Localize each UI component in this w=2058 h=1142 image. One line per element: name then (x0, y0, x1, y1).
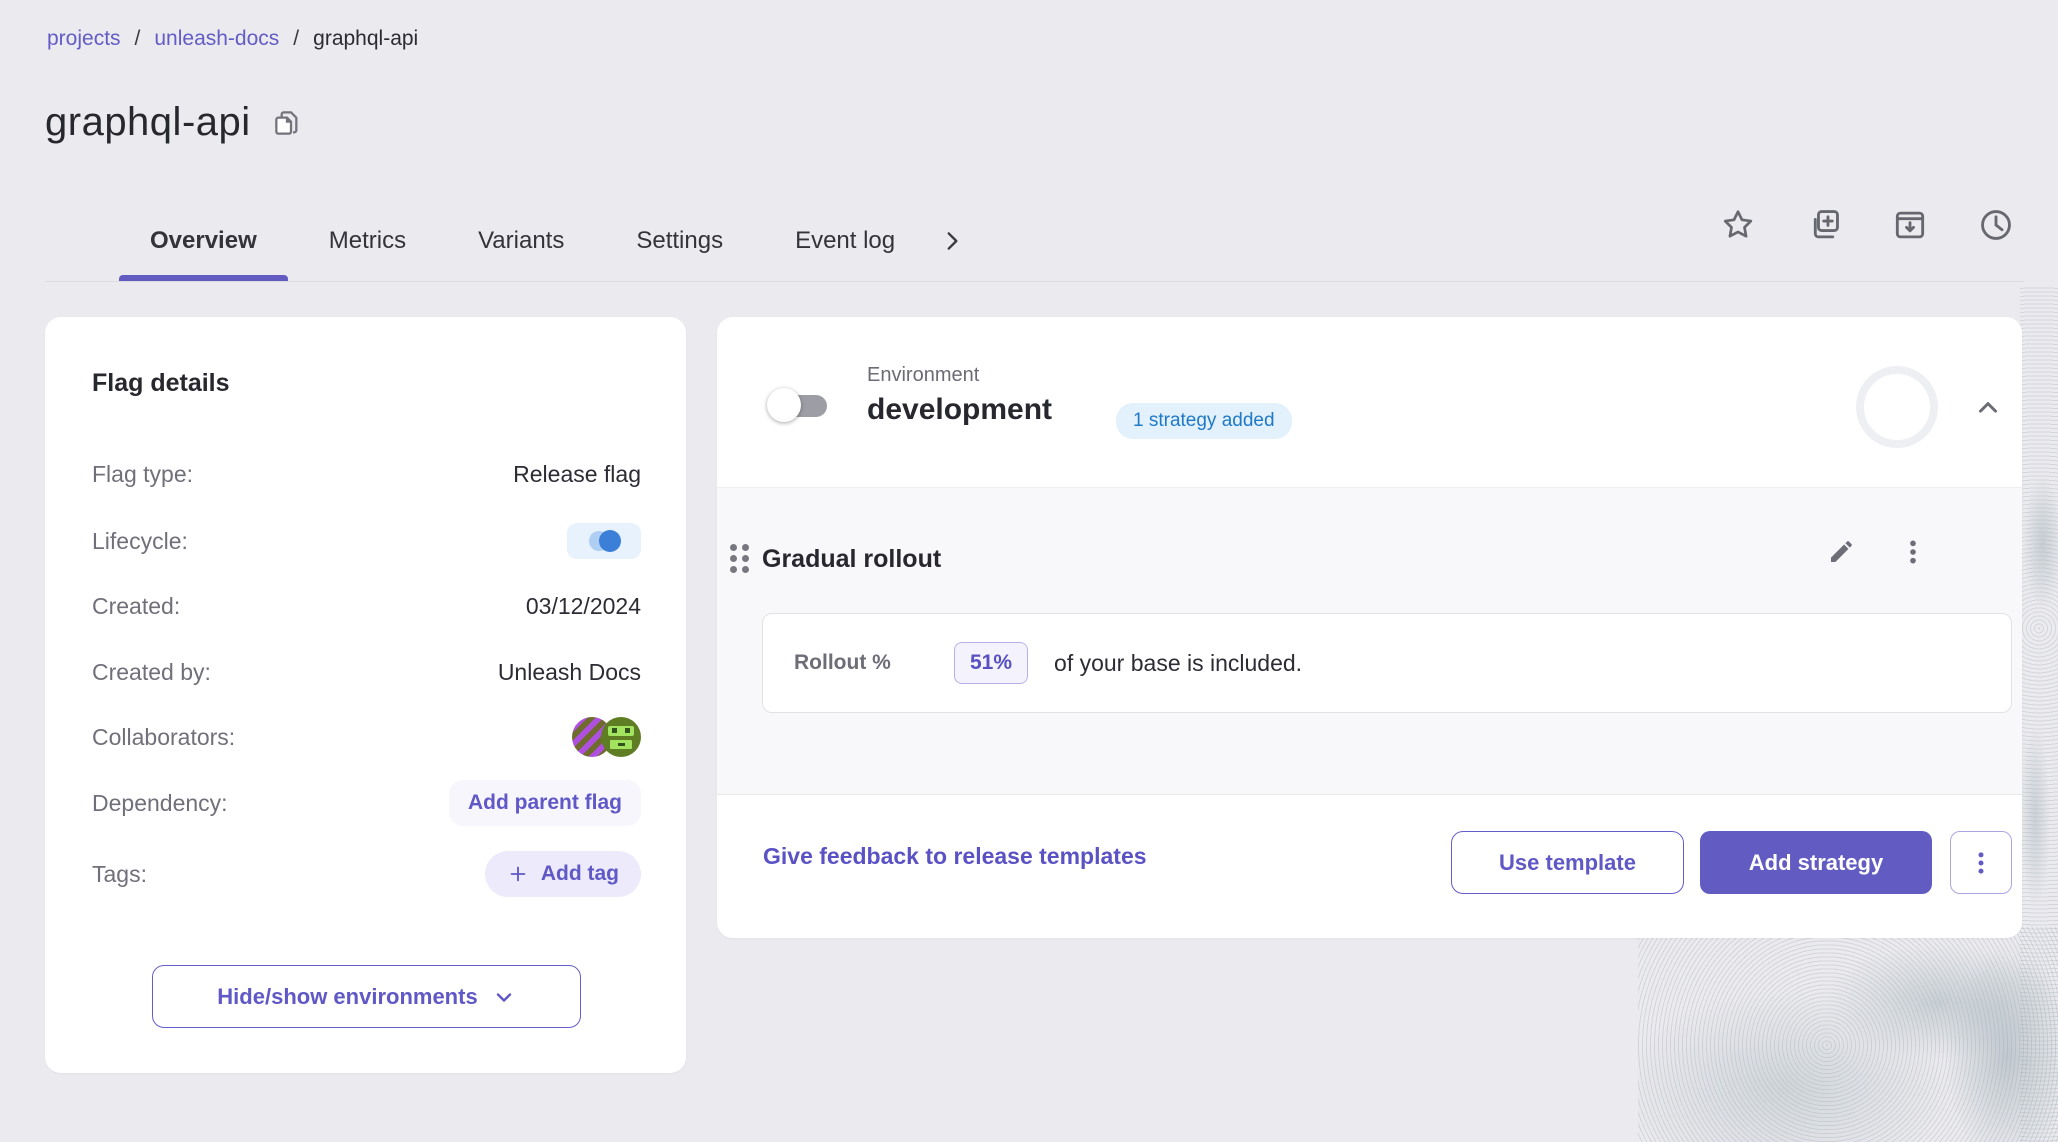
lifecycle-stage-badge[interactable] (567, 523, 641, 559)
flag-overview-page: projects / unleash-docs / graphql-api gr… (0, 0, 2058, 1142)
environment-toggle[interactable] (767, 385, 833, 425)
tab-metrics[interactable]: Metrics (293, 200, 442, 282)
use-template-button[interactable]: Use template (1451, 831, 1684, 894)
rollout-percentage-chip: 51% (954, 642, 1028, 684)
created-row: Created: 03/12/2024 (92, 593, 641, 620)
add-strategy-button[interactable]: Add strategy (1700, 831, 1932, 894)
avatar[interactable] (601, 717, 641, 757)
release-templates-feedback-link[interactable]: Give feedback to release templates (763, 843, 1147, 870)
flag-details-title: Flag details (92, 369, 230, 398)
strategy-kebab-menu-icon[interactable] (1897, 536, 1929, 568)
drag-handle-icon[interactable] (730, 544, 756, 574)
tab-settings[interactable]: Settings (600, 200, 759, 282)
collaborator-avatars[interactable] (572, 717, 641, 757)
strategy-actions (1825, 536, 1929, 568)
environment-card: Environment development 1 strategy added… (717, 317, 2022, 938)
created-by-value: Unleash Docs (498, 659, 641, 686)
environment-header: Environment development 1 strategy added (717, 317, 2022, 487)
breadcrumb-separator: / (293, 27, 299, 51)
breadcrumb-project-name[interactable]: unleash-docs (154, 27, 279, 51)
dependency-row: Dependency: Add parent flag (92, 780, 641, 826)
created-label: Created: (92, 593, 180, 620)
add-tag-label: Add tag (541, 862, 619, 886)
breadcrumb-current-flag: graphql-api (313, 27, 418, 51)
background-texture-swirl (1638, 927, 2058, 1142)
flag-type-row: Flag type: Release flag (92, 461, 641, 488)
environment-footer: Give feedback to release templates Use t… (717, 794, 2022, 938)
background-texture-strip (2020, 286, 2058, 1142)
hide-show-environments-label: Hide/show environments (217, 984, 477, 1010)
add-parent-flag-button[interactable]: Add parent flag (449, 780, 641, 826)
created-by-row: Created by: Unleash Docs (92, 659, 641, 686)
collapse-chevron-up-icon[interactable] (1965, 385, 2011, 431)
page-title-row: graphql-api (45, 100, 303, 145)
use-template-label: Use template (1499, 850, 1636, 876)
favorite-star-icon[interactable] (1716, 203, 1760, 247)
created-value: 03/12/2024 (526, 593, 641, 620)
dependency-label: Dependency: (92, 790, 228, 817)
edit-pencil-icon[interactable] (1825, 536, 1857, 568)
tabs-divider (45, 281, 2024, 282)
tab-overview[interactable]: Overview (114, 200, 293, 282)
breadcrumb: projects / unleash-docs / graphql-api (47, 27, 418, 51)
flag-toolbar (1716, 203, 2018, 247)
flag-type-value: Release flag (513, 461, 641, 488)
tags-row: Tags: Add tag (92, 851, 641, 897)
lifecycle-stage-icon (599, 530, 621, 552)
history-clock-icon[interactable] (1974, 203, 2018, 247)
strategy-name: Gradual rollout (762, 545, 941, 574)
tab-event-log[interactable]: Event log (759, 200, 931, 282)
footer-kebab-menu-icon[interactable] (1950, 831, 2012, 894)
rollout-label: Rollout % (794, 651, 954, 675)
copy-flag-icon[interactable] (1802, 203, 1846, 247)
tab-variants[interactable]: Variants (442, 200, 600, 282)
strategy-count-badge: 1 strategy added (1116, 403, 1292, 439)
lifecycle-row: Lifecycle: (92, 523, 641, 559)
tab-bar: Overview Metrics Variants Settings Event… (114, 200, 965, 282)
breadcrumb-separator: / (135, 27, 141, 51)
add-tag-button[interactable]: Add tag (485, 851, 641, 897)
tabs-overflow-chevron-right-icon[interactable] (939, 228, 965, 254)
tags-label: Tags: (92, 861, 147, 888)
rollout-description: of your base is included. (1054, 650, 1302, 677)
plus-icon (507, 863, 529, 885)
breadcrumb-projects[interactable]: projects (47, 27, 121, 51)
toggle-knob (767, 388, 801, 422)
created-by-label: Created by: (92, 659, 211, 686)
copy-name-icon[interactable] (271, 107, 303, 139)
hide-show-environments-button[interactable]: Hide/show environments (152, 965, 581, 1028)
page-title: graphql-api (45, 100, 251, 145)
collaborators-row: Collaborators: (92, 717, 641, 757)
flag-type-label: Flag type: (92, 461, 193, 488)
chevron-down-icon (492, 985, 516, 1009)
rollout-summary-box: Rollout % 51% of your base is included. (762, 613, 2012, 713)
flag-details-card: Flag details Flag type: Release flag Lif… (45, 317, 686, 1073)
metrics-ring (1856, 366, 1938, 448)
environment-name: development (867, 393, 1052, 427)
strategy-section: Gradual rollout Rollout % 51% of your ba… (717, 487, 2022, 794)
environment-label: Environment (867, 364, 979, 387)
collaborators-label: Collaborators: (92, 724, 235, 751)
archive-icon[interactable] (1888, 203, 1932, 247)
lifecycle-label: Lifecycle: (92, 528, 188, 555)
